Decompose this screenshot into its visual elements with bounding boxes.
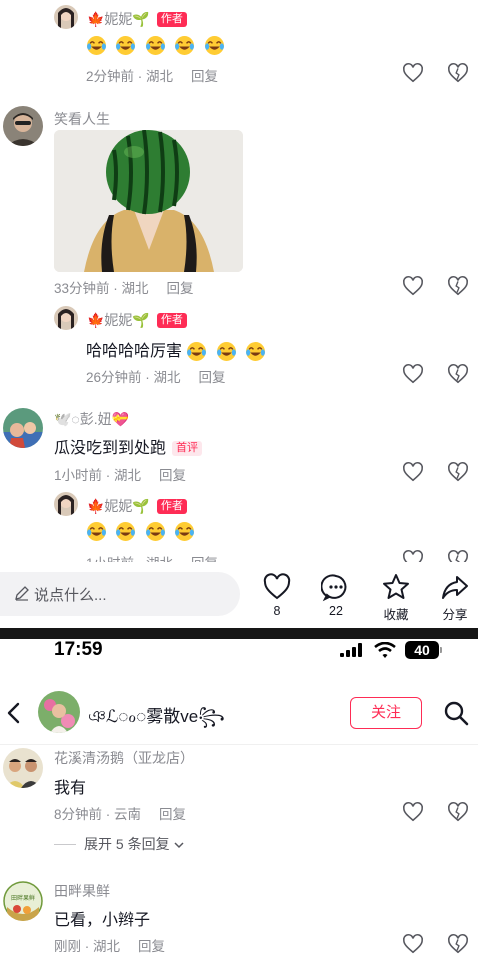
- comment-input-placeholder: 说点什么...: [34, 587, 107, 604]
- laugh-cry-emoji-icon: [115, 521, 136, 542]
- comment-meta: 刚刚 · 湖北 回复: [54, 939, 165, 954]
- comment-text: 我有: [54, 780, 87, 797]
- dislike-broken-heart-icon[interactable]: [447, 801, 469, 823]
- reply-button[interactable]: 回复: [159, 468, 186, 483]
- like-count: 8: [273, 604, 281, 618]
- comment-text-row: 哈哈哈哈厉害: [86, 337, 270, 362]
- comment-meta: 8分钟前 · 云南 回复: [54, 807, 187, 822]
- follow-button[interactable]: 关注: [350, 697, 422, 729]
- laugh-cry-emoji-icon: [145, 521, 166, 542]
- header-divider: [0, 744, 478, 745]
- header-avatar[interactable]: [38, 691, 80, 733]
- reply-button[interactable]: 回复: [199, 370, 226, 385]
- expand-replies-button[interactable]: 展开 5 条回复: [54, 834, 185, 854]
- expand-replies-label: 展开 5 条回复: [84, 836, 170, 852]
- comment-image[interactable]: [54, 130, 243, 272]
- laugh-cry-emoji-icon: [245, 341, 266, 362]
- avatar[interactable]: [54, 492, 78, 516]
- author-badge: 作者: [156, 11, 187, 27]
- star-icon: [383, 574, 409, 599]
- comment-text: 瓜没吃到到处跑: [54, 440, 167, 457]
- wifi-icon: [374, 641, 396, 658]
- reply-button[interactable]: 回复: [159, 807, 186, 822]
- dislike-broken-heart-icon[interactable]: [447, 62, 469, 84]
- avatar[interactable]: [54, 5, 78, 29]
- chevron-down-icon: [173, 838, 185, 850]
- avatar[interactable]: 田畔果鲜: [3, 881, 43, 921]
- favorite-button[interactable]: 收藏: [373, 572, 419, 623]
- comment-author[interactable]: 花溪清汤鹅（亚龙店）: [54, 748, 194, 768]
- reply-button[interactable]: 回复: [191, 69, 218, 84]
- laugh-cry-emoji-icon: [216, 341, 237, 362]
- comment-author[interactable]: 田畔果鲜: [54, 881, 110, 901]
- reply-button[interactable]: 回复: [138, 939, 165, 954]
- share-label: 分享: [442, 608, 468, 622]
- like-heart-icon[interactable]: [402, 62, 424, 84]
- comment-meta: 26分钟前 · 湖北 回复: [86, 370, 226, 385]
- reply-button[interactable]: 回复: [167, 281, 194, 296]
- comment-text: 哈哈哈哈厉害: [86, 343, 183, 360]
- laugh-cry-emoji-icon: [115, 35, 136, 56]
- comment-author[interactable]: 🕊️◌彭.妞💝: [54, 409, 129, 429]
- emoji-row: [86, 35, 229, 56]
- comment-meta: 33分钟前 · 湖北 回复: [54, 281, 194, 296]
- dislike-broken-heart-icon[interactable]: [447, 275, 469, 297]
- emoji-row: [86, 521, 199, 542]
- comment-author[interactable]: 🍁妮妮🌱 作者: [87, 310, 187, 330]
- share-arrow-icon: [442, 576, 468, 599]
- dislike-broken-heart-icon[interactable]: [447, 363, 469, 385]
- expand-line: [54, 843, 76, 845]
- comment-author[interactable]: 笑看人生: [54, 109, 110, 129]
- favorite-label: 收藏: [383, 608, 409, 622]
- signal-icon: [340, 643, 366, 657]
- comment-bubble-icon: [321, 574, 347, 602]
- like-heart-icon[interactable]: [402, 363, 424, 385]
- header-username[interactable]: ঞℒ◌ℴ◌雾散ve꧂: [88, 702, 225, 738]
- share-button[interactable]: 分享: [432, 572, 478, 623]
- avatar[interactable]: [3, 106, 43, 146]
- comment-input[interactable]: 说点什么...: [0, 572, 240, 616]
- svg-text:田畔果鲜: 田畔果鲜: [11, 894, 35, 902]
- comment-author[interactable]: 🍁妮妮🌱 作者: [87, 496, 187, 516]
- avatar[interactable]: [3, 408, 43, 448]
- laugh-cry-emoji-icon: [174, 35, 195, 56]
- like-heart-icon[interactable]: [402, 275, 424, 297]
- comment-text: 已看，小辫子: [54, 912, 151, 929]
- laugh-cry-emoji-icon: [204, 35, 225, 56]
- dislike-broken-heart-icon[interactable]: [447, 933, 469, 955]
- comment-meta: 1小时前 · 湖北回复: [54, 468, 187, 483]
- dislike-broken-heart-icon[interactable]: [447, 461, 469, 483]
- comment-text-row: 瓜没吃到到处跑 首评: [54, 434, 203, 458]
- like-heart-icon[interactable]: [402, 801, 424, 823]
- laugh-cry-emoji-icon: [86, 35, 107, 56]
- heart-icon: [263, 573, 291, 600]
- comment-author[interactable]: 🍁妮妮🌱 作者: [87, 9, 187, 29]
- laugh-cry-emoji-icon: [86, 521, 107, 542]
- back-arrow-icon[interactable]: [6, 701, 22, 725]
- like-button[interactable]: 8: [254, 572, 300, 618]
- first-comment-badge: 首评: [172, 441, 203, 457]
- like-heart-icon[interactable]: [402, 461, 424, 483]
- battery-indicator: 40: [405, 641, 442, 659]
- screenshot-divider: [0, 628, 478, 639]
- comment-button[interactable]: 22: [313, 572, 359, 618]
- status-time: 17:59: [54, 639, 103, 660]
- search-icon[interactable]: [443, 700, 469, 726]
- like-heart-icon[interactable]: [402, 933, 424, 955]
- laugh-cry-emoji-icon: [145, 35, 166, 56]
- laugh-cry-emoji-icon: [186, 341, 207, 362]
- author-badge: 作者: [156, 498, 187, 514]
- avatar[interactable]: [54, 306, 78, 330]
- pencil-icon: [14, 585, 30, 601]
- comment-meta: 2分钟前 · 湖北 回复: [86, 69, 219, 84]
- laugh-cry-emoji-icon: [174, 521, 195, 542]
- author-badge: 作者: [156, 312, 187, 328]
- comment-count: 22: [329, 604, 343, 618]
- avatar[interactable]: [3, 748, 43, 788]
